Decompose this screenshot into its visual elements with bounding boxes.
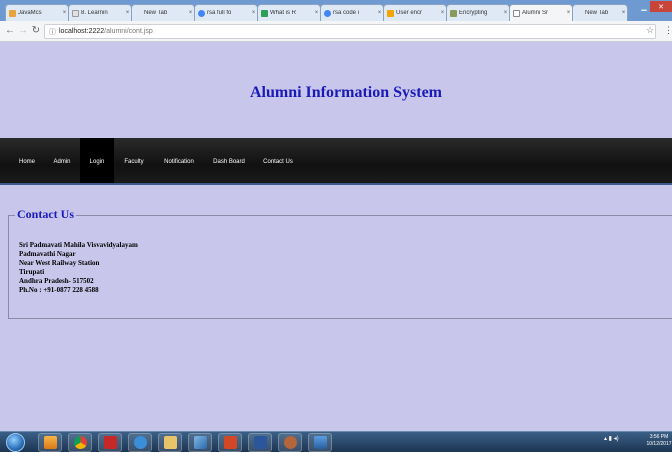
tab-label: What is R [270, 10, 297, 16]
system-tray[interactable]: ▴ ▮ ◂) [604, 435, 619, 442]
main-navbar: Home Admin Login Faculty Notification Da… [0, 138, 672, 185]
tab-favicon-icon [135, 10, 142, 17]
address-line: Sri Padmavati Mahila Visvavidyalayam [19, 241, 138, 249]
tab-label: New Tab [585, 10, 609, 16]
folder-icon [163, 436, 177, 449]
start-button[interactable] [6, 433, 25, 452]
back-icon[interactable]: ← [4, 24, 16, 38]
taskbar-app[interactable] [128, 433, 152, 452]
internet-explorer-icon [133, 436, 147, 449]
url-host: localhost:2222 [59, 28, 105, 35]
url-path: /alumni/cont.jsp [104, 28, 153, 35]
tab-favicon-icon [261, 9, 268, 17]
tab-label: 8. Learnin [81, 10, 108, 16]
tab-favicon-icon [72, 9, 79, 17]
contact-legend: Contact Us [15, 207, 76, 222]
browser-tab[interactable]: 8. Learnin × [68, 4, 132, 21]
phone-line: Ph.No : +91-0877 228 4588 [19, 286, 99, 294]
tab-favicon-icon [576, 10, 583, 17]
nav-item-login[interactable]: Login [80, 138, 114, 183]
tab-close-icon[interactable]: × [124, 10, 131, 16]
tab-favicon-icon [387, 9, 394, 17]
tab-label: User encr [396, 10, 423, 16]
tab-close-icon[interactable]: × [187, 10, 194, 16]
address-line: Near West Railway Station [19, 259, 100, 267]
browser-tab-strip: JavaMcs × 8. Learnin × New Tab × rsa ful… [0, 0, 672, 21]
page-content: Alumni Information System Home Admin Log… [0, 42, 672, 431]
powerpoint-icon [223, 436, 237, 449]
browser-tab[interactable]: What is R × [257, 4, 321, 21]
page-icon [513, 9, 520, 17]
clock-time: 3:56 PM [649, 434, 669, 440]
taskbar-app[interactable] [278, 433, 302, 452]
reload-icon[interactable]: ↻ [30, 24, 42, 38]
clock-date: 10/12/2017 [646, 441, 672, 447]
info-icon[interactable]: ⓘ [49, 27, 56, 37]
app-icon [313, 436, 327, 449]
taskbar-app[interactable] [308, 433, 332, 452]
forward-icon[interactable]: → [17, 24, 29, 38]
bookmark-star-icon[interactable]: ☆ [646, 25, 654, 36]
paint-icon [193, 436, 207, 449]
clock[interactable]: 3:56 PM 10/12/2017 [646, 434, 672, 448]
tab-close-icon[interactable]: × [620, 10, 627, 16]
browser-tab[interactable]: New Tab × [572, 4, 628, 21]
menu-icon[interactable]: ⋮ [664, 25, 672, 36]
app-icon [283, 436, 297, 449]
minimize-icon[interactable]: ▁ [638, 1, 650, 12]
tab-favicon-icon [450, 9, 457, 17]
address-line: Padmavathi Nagar [19, 250, 76, 258]
site-title: Alumni Information System [249, 84, 442, 101]
address-line: Andhra Pradesh- 517502 [19, 277, 94, 285]
chrome-icon [73, 436, 87, 449]
word-icon [253, 436, 267, 449]
browser-tab[interactable]: JavaMcs × [5, 4, 69, 21]
tab-label: JavaMcs [18, 10, 42, 16]
taskbar-app[interactable] [218, 433, 242, 452]
tab-label: New Tab [144, 10, 168, 16]
browser-tab-active[interactable]: Alumni Sr × [509, 4, 573, 21]
nav-item-admin[interactable]: Admin [44, 138, 80, 183]
address-line: Tirupati [19, 268, 45, 276]
browser-toolbar: ← → ↻ ⓘ localhost:2222/alumni/cont.jsp ☆… [0, 21, 672, 42]
taskbar-app[interactable] [188, 433, 212, 452]
taskbar-app[interactable] [248, 433, 272, 452]
screen: JavaMcs × 8. Learnin × New Tab × rsa ful… [0, 0, 672, 452]
tab-label: Encrypting [459, 10, 488, 16]
tab-close-icon[interactable]: × [502, 10, 509, 16]
taskbar-app[interactable] [68, 433, 92, 452]
tab-label: Alumni Sr [522, 10, 549, 16]
tab-close-icon[interactable]: × [565, 10, 572, 16]
tab-label: rsa code i [333, 10, 360, 16]
google-icon [324, 9, 331, 17]
nav-item-faculty[interactable]: Faculty [114, 138, 154, 183]
taskbar-app[interactable] [98, 433, 122, 452]
nav-item-dash-board[interactable]: Dash Board [204, 138, 254, 183]
taskbar: ▴ ▮ ◂) 3:56 PM 10/12/2017 [0, 431, 672, 452]
close-window-icon[interactable]: ✕ [650, 1, 672, 12]
address-bar-input[interactable]: ⓘ localhost:2222/alumni/cont.jsp [44, 24, 656, 39]
browser-tab[interactable]: rsa full fo × [194, 4, 258, 21]
tab-close-icon[interactable]: × [376, 10, 383, 16]
contact-address: Sri Padmavati Mahila Visvavidyalayam Pad… [19, 241, 138, 295]
media-player-icon [43, 436, 57, 449]
tab-close-icon[interactable]: × [61, 10, 68, 16]
tab-close-icon[interactable]: × [313, 10, 320, 16]
nav-item-home[interactable]: Home [10, 138, 44, 183]
tab-label: rsa full fo [207, 10, 232, 16]
tab-close-icon[interactable]: × [439, 10, 446, 16]
browser-tab[interactable]: rsa code i × [320, 4, 384, 21]
tab-favicon-icon [9, 9, 16, 17]
taskbar-app[interactable] [158, 433, 182, 452]
nav-item-contact-us[interactable]: Contact Us [254, 138, 302, 183]
contact-fieldset: Contact Us Sri Padmavati Mahila Visvavid… [8, 207, 672, 319]
google-icon [198, 9, 205, 17]
tab-close-icon[interactable]: × [250, 10, 257, 16]
browser-tab[interactable]: New Tab × [131, 4, 195, 21]
nav-item-notification[interactable]: Notification [154, 138, 204, 183]
taskbar-app[interactable] [38, 433, 62, 452]
browser-tab[interactable]: User encr × [383, 4, 447, 21]
browser-tab[interactable]: Encrypting × [446, 4, 510, 21]
pdf-reader-icon [103, 436, 117, 449]
